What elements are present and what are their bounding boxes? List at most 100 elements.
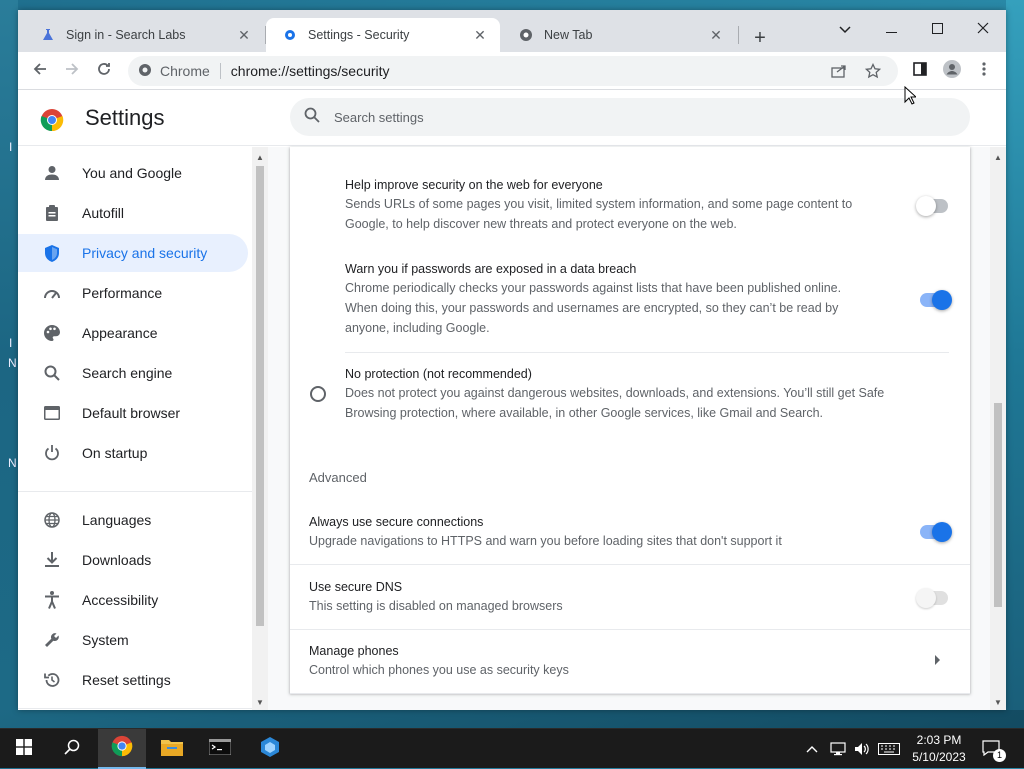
help-improve-desc-line: Google, to help discover new threats and…	[345, 217, 737, 231]
secure-dns-toggle	[916, 588, 948, 608]
history-icon	[42, 670, 62, 690]
no-protection-title: No protection (not recommended)	[345, 367, 532, 381]
sidebar-item-label: Privacy and security	[82, 245, 208, 261]
sidebar-scrollbar-thumb[interactable]	[256, 166, 264, 626]
bookmark-star-icon[interactable]	[858, 56, 888, 86]
toggle-knob	[932, 290, 952, 310]
tab-settings-security[interactable]: Settings - Security ✕	[266, 18, 500, 52]
address-bar[interactable]: Chrome chrome://settings/security	[128, 56, 898, 86]
clock-time: 2:03 PM	[916, 733, 962, 747]
maximize-button[interactable]	[914, 14, 960, 44]
arrow-right-icon	[64, 61, 80, 82]
palette-icon	[42, 323, 62, 343]
maximize-icon	[931, 21, 943, 37]
power-icon	[42, 443, 62, 463]
desktop-background-left	[0, 0, 18, 710]
sidebar-item-appearance[interactable]: Appearance	[18, 314, 248, 352]
sidebar-item-accessibility[interactable]: Accessibility	[18, 581, 248, 619]
scroll-up-arrow-icon[interactable]: ▲	[992, 151, 1004, 163]
password-breach-desc-line: anyone, including Google.	[345, 321, 490, 335]
toggle-knob	[916, 588, 936, 608]
reload-button[interactable]	[90, 57, 118, 85]
search-icon	[304, 107, 320, 128]
taskbar-app-button[interactable]	[246, 729, 294, 769]
password-breach-desc-line: When doing this, your passwords and user…	[345, 301, 839, 315]
close-icon[interactable]: ✕	[708, 27, 724, 43]
main-scrollbar-thumb[interactable]	[994, 403, 1002, 607]
omnibox-chip: Chrome	[160, 63, 210, 79]
forward-button[interactable]	[58, 57, 86, 85]
sidebar-item-default-browser[interactable]: Default browser	[18, 394, 248, 432]
scroll-down-arrow-icon[interactable]: ▼	[254, 696, 266, 708]
secure-connections-title: Always use secure connections	[309, 515, 484, 529]
sidebar-item-label: Reset settings	[82, 672, 171, 688]
manage-phones-row[interactable]: Manage phones Control which phones you u…	[290, 630, 970, 692]
taskbar-file-explorer-button[interactable]	[148, 729, 196, 769]
manage-phones-desc: Control which phones you use as security…	[309, 663, 569, 677]
speedometer-icon	[42, 283, 62, 303]
accessibility-icon	[42, 590, 62, 610]
help-improve-toggle[interactable]	[916, 196, 948, 216]
tray-chevron-up-icon[interactable]	[806, 729, 818, 769]
tab-strip: Sign in - Search Labs ✕ Settings - Secur…	[18, 10, 1006, 52]
search-icon	[64, 739, 80, 760]
manage-phones-title: Manage phones	[309, 644, 399, 658]
clock-date: 5/10/2023	[912, 750, 966, 764]
tab-title: Sign in - Search Labs	[66, 28, 186, 42]
sidebar-item-performance[interactable]: Performance	[18, 274, 248, 312]
windows-start-icon	[16, 738, 32, 760]
sidebar-item-on-startup[interactable]: On startup	[18, 434, 248, 472]
tab-new-tab[interactable]: New Tab ✕	[502, 18, 736, 52]
sidebar-item-search-engine[interactable]: Search engine	[18, 354, 248, 392]
sidebar-item-languages[interactable]: Languages	[18, 501, 248, 539]
settings-header: Settings Search settings	[18, 90, 1006, 146]
back-button[interactable]	[26, 57, 54, 85]
tab-search-labs[interactable]: Sign in - Search Labs ✕	[24, 18, 264, 52]
secure-connections-toggle[interactable]	[920, 522, 952, 542]
tab-search-button[interactable]	[822, 14, 868, 44]
share-icon[interactable]	[824, 56, 854, 86]
close-icon[interactable]: ✕	[236, 27, 252, 43]
volume-icon[interactable]	[854, 729, 870, 769]
profile-button[interactable]	[938, 57, 966, 85]
sidebar-item-label: Languages	[82, 512, 152, 528]
sidebar-item-you-and-google[interactable]: You and Google	[18, 154, 248, 192]
keyboard-icon[interactable]	[878, 729, 900, 769]
network-icon[interactable]	[830, 729, 846, 769]
start-button[interactable]	[0, 729, 48, 769]
notification-center-button[interactable]: 1	[982, 729, 1006, 769]
tab-title: Settings - Security	[308, 28, 410, 42]
person-icon	[42, 163, 62, 183]
no-protection-radio[interactable]	[310, 386, 326, 402]
sidebar-item-label: On startup	[82, 445, 148, 461]
taskbar-clock[interactable]: 2:03 PM 5/10/2023	[908, 732, 970, 766]
scroll-down-arrow-icon[interactable]: ▼	[992, 696, 1004, 708]
sidebar-item-autofill[interactable]: Autofill	[18, 194, 248, 232]
side-panel-button[interactable]	[906, 57, 934, 85]
url-text[interactable]: chrome://settings/security	[231, 63, 390, 79]
new-tab-button[interactable]: +	[746, 24, 774, 52]
close-icon[interactable]: ✕	[472, 27, 488, 43]
close-window-button[interactable]	[960, 14, 1006, 44]
globe-icon	[42, 510, 62, 530]
chrome-menu-button[interactable]	[970, 57, 998, 85]
taskbar: 2:03 PM 5/10/2023 1	[0, 728, 1024, 769]
sidebar-item-reset-settings[interactable]: Reset settings	[18, 661, 248, 699]
taskbar-search-button[interactable]	[48, 729, 96, 769]
tab-title: New Tab	[544, 28, 593, 42]
gear-icon	[282, 27, 298, 43]
password-breach-toggle[interactable]	[920, 290, 952, 310]
taskbar-chrome-button[interactable]	[98, 729, 146, 769]
sidebar-item-system[interactable]: System	[18, 621, 248, 659]
sidebar-item-label: Downloads	[82, 552, 152, 568]
row-divider	[290, 564, 970, 565]
sidebar-item-privacy-and-security[interactable]: Privacy and security	[18, 234, 248, 272]
scroll-up-arrow-icon[interactable]: ▲	[254, 151, 266, 163]
sidebar-item-downloads[interactable]: Downloads	[18, 541, 248, 579]
side-panel-icon	[913, 61, 927, 81]
terminal-icon	[208, 738, 232, 760]
taskbar-terminal-button[interactable]	[196, 729, 244, 769]
minimize-button[interactable]	[868, 14, 914, 44]
search-settings-input[interactable]: Search settings	[290, 98, 970, 136]
wrench-icon	[42, 630, 62, 650]
